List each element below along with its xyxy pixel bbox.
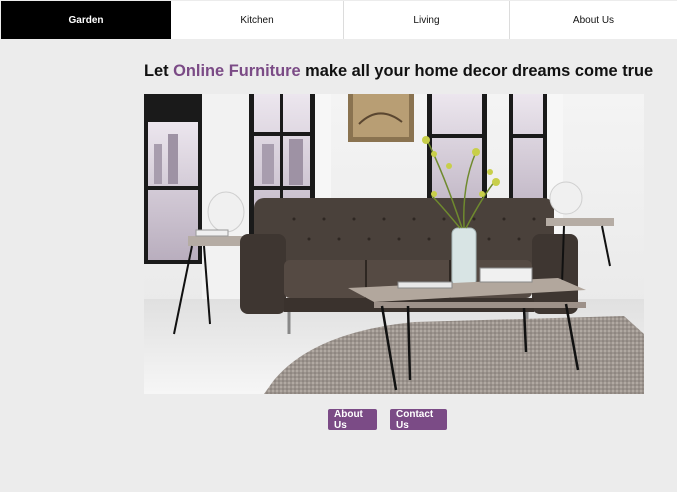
headline-accent: Online Furniture <box>173 62 301 80</box>
hero-image <box>144 94 644 394</box>
about-us-button[interactable]: About Us <box>328 409 377 431</box>
nav-item-kitchen[interactable]: Kitchen <box>171 1 344 39</box>
nav-item-garden[interactable]: Garden <box>1 1 171 39</box>
nav-item-living[interactable]: Living <box>344 1 510 39</box>
headline-prefix: Let <box>144 62 174 80</box>
page-headline: Let Online Furniture make all your home … <box>144 62 653 81</box>
contact-us-button[interactable]: Contact Us <box>390 409 447 431</box>
living-room-photo <box>144 94 644 394</box>
top-nav: Garden Kitchen Living About Us <box>1 1 677 39</box>
nav-item-about-us[interactable]: About Us <box>510 1 677 39</box>
headline-suffix: make all your home decor dreams come tru… <box>300 62 654 80</box>
